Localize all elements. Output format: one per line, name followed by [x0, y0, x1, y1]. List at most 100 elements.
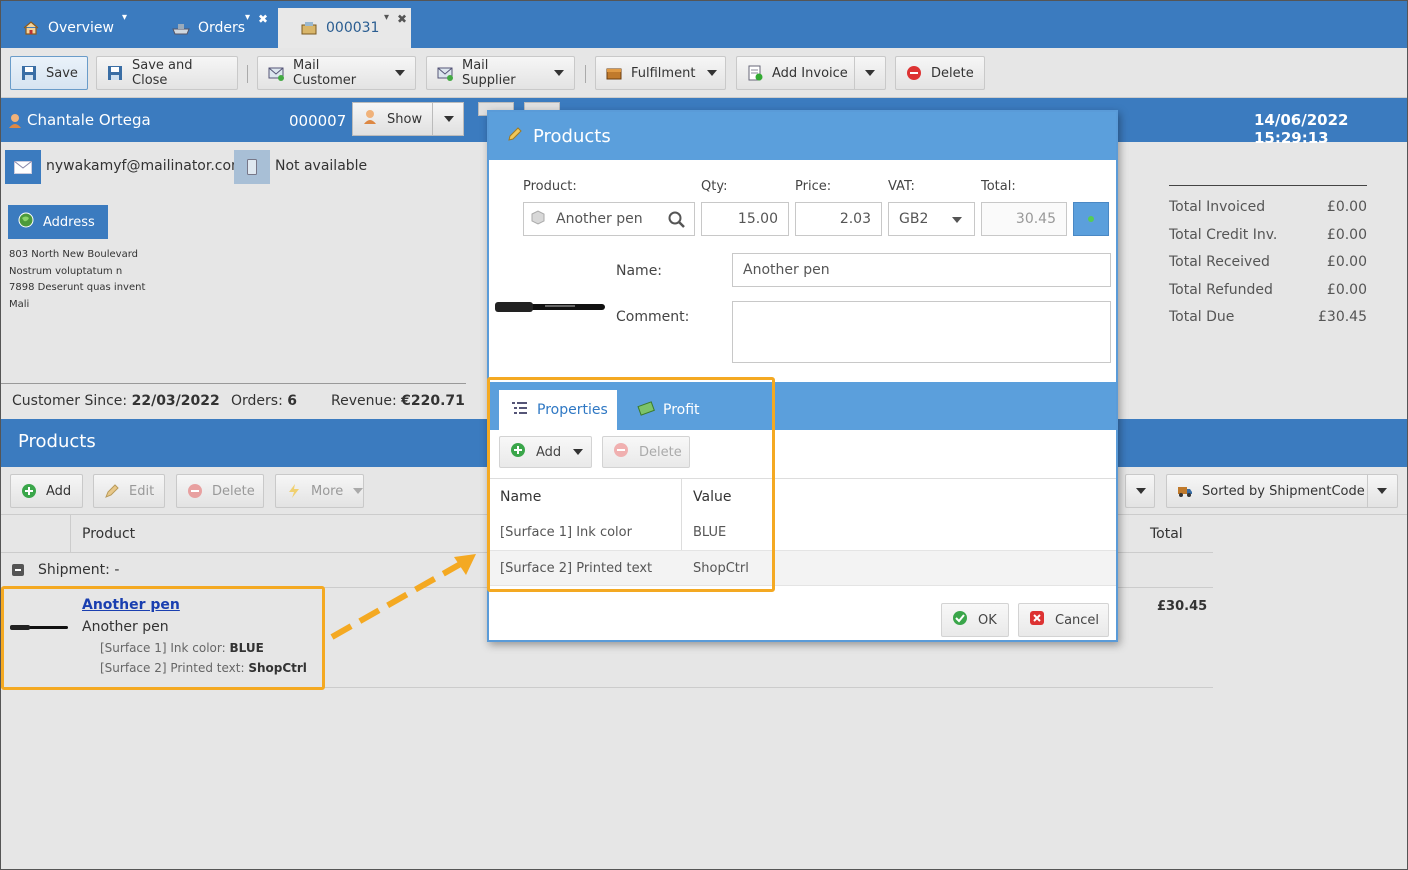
delete-icon: [906, 65, 922, 81]
tab-order-000031[interactable]: 000031 ▾ ✖: [278, 8, 411, 48]
sort-dropdown[interactable]: Sorted by ShipmentCode: [1166, 474, 1398, 508]
fulfilment-button[interactable]: Fulfilment: [595, 56, 726, 90]
person-icon: [363, 109, 377, 129]
property-row[interactable]: [Surface 2] Printed text ShopCtrl: [489, 550, 1116, 586]
toolbar-divider: [585, 65, 586, 83]
tab-bar: Overview ▾ Orders ▾ ✖ 000031 ▾ ✖: [0, 0, 1408, 48]
totals-divider: [1169, 185, 1367, 186]
delete-icon: [187, 483, 203, 499]
name-input[interactable]: Another pen: [732, 253, 1111, 287]
show-button[interactable]: Show: [352, 102, 464, 136]
list-icon: [511, 400, 529, 420]
add-product-button[interactable]: Add: [10, 474, 83, 508]
property-name: [Surface 2] Printed text: [500, 561, 653, 576]
confirm-line-button[interactable]: [1073, 202, 1109, 236]
cancel-button[interactable]: Cancel: [1018, 603, 1109, 637]
delete-button[interactable]: Delete: [895, 56, 985, 90]
address-block: 803 North New Boulevard Nostrum voluptat…: [9, 247, 145, 313]
product-name: Another pen: [82, 619, 169, 635]
price-input[interactable]: 2.03: [795, 202, 882, 236]
mail-customer-button[interactable]: Mail Customer: [257, 56, 416, 90]
mail-icon: [268, 65, 284, 81]
edit-product-button[interactable]: Edit: [93, 474, 165, 508]
lightning-icon: [286, 483, 302, 499]
ok-button[interactable]: OK: [941, 603, 1009, 637]
tab-menu-icon[interactable]: ▾: [384, 12, 389, 23]
qty-input[interactable]: 15.00: [701, 202, 789, 236]
close-icon[interactable]: ✖: [258, 12, 268, 26]
delete-product-button[interactable]: Delete: [176, 474, 264, 508]
column-header-total[interactable]: Total: [1150, 526, 1183, 542]
tab-menu-icon[interactable]: ▾: [245, 12, 250, 23]
save-and-close-button[interactable]: Save and Close: [96, 56, 238, 90]
column-header-product[interactable]: Product: [82, 526, 135, 542]
tab-overview[interactable]: Overview ▾: [0, 8, 140, 48]
address-line: 803 North New Boulevard: [9, 249, 138, 260]
chevron-down-icon: [707, 70, 718, 76]
floppy-icon: [107, 65, 123, 81]
tab-orders[interactable]: Orders ▾ ✖: [150, 8, 275, 48]
tab-properties[interactable]: Properties: [499, 390, 617, 430]
customer-phone: Not available: [275, 158, 368, 174]
arrow-icon: [330, 554, 476, 640]
collapse-icon[interactable]: [12, 564, 24, 576]
close-icon[interactable]: ✖: [397, 12, 407, 26]
address-button[interactable]: Address: [8, 205, 108, 239]
product-image: [495, 299, 605, 321]
phone-icon: [234, 150, 270, 184]
products-dialog: Products Product: Qty: Price: VAT: Total…: [487, 110, 1118, 642]
delete-icon: [613, 442, 629, 462]
delete-property-button[interactable]: Delete: [602, 436, 690, 468]
pencil-icon: [104, 483, 120, 499]
vat-label: VAT:: [888, 179, 915, 194]
product-property: [Surface 2] Printed text: ShopCtrl: [100, 661, 307, 675]
dialog-header: Products: [489, 112, 1116, 160]
product-total: £30.45: [1157, 599, 1208, 614]
chevron-down-icon: [554, 70, 564, 76]
tab-profit[interactable]: Profit: [625, 390, 725, 430]
property-value: BLUE: [693, 525, 727, 540]
save-button[interactable]: Save: [10, 56, 88, 90]
column-header-name[interactable]: Name: [500, 489, 541, 505]
customer-name[interactable]: Chantale Ortega: [27, 111, 151, 129]
chevron-down-icon[interactable]: [444, 116, 454, 122]
more-button[interactable]: More: [275, 474, 364, 508]
chevron-down-icon[interactable]: [865, 70, 875, 76]
chevron-down-icon: [952, 217, 962, 223]
orders-value: 6: [287, 393, 297, 409]
check-icon: [1088, 216, 1094, 222]
add-property-button[interactable]: Add: [499, 436, 592, 468]
comment-label: Comment:: [616, 309, 690, 325]
invoice-icon: [747, 65, 763, 81]
box-icon: [530, 209, 546, 229]
total-label: Total:: [981, 179, 1016, 194]
mail-supplier-button[interactable]: Mail Supplier: [426, 56, 575, 90]
since-value: 22/03/2022: [131, 393, 220, 409]
customer-stats: Customer Since: 22/03/2022 Orders: 6 Rev…: [0, 383, 466, 419]
tab-menu-icon[interactable]: ▾: [122, 12, 127, 23]
total-input: 30.45: [981, 202, 1067, 236]
tab-label: 000031: [326, 20, 380, 36]
qty-label: Qty:: [701, 179, 728, 194]
email-icon[interactable]: [5, 150, 41, 184]
product-property: [Surface 1] Ink color: BLUE: [100, 641, 264, 655]
vat-select[interactable]: GB2: [888, 202, 975, 236]
since-label: Customer Since:: [12, 393, 128, 409]
tab-label: Orders: [198, 20, 246, 36]
filter-dropdown[interactable]: [1125, 474, 1155, 508]
price-label: Price:: [795, 179, 832, 194]
customer-email[interactable]: nywakamyf@mailinator.com: [46, 158, 245, 174]
comment-textarea[interactable]: [732, 301, 1111, 363]
add-invoice-button[interactable]: Add Invoice: [736, 56, 886, 90]
column-header-value[interactable]: Value: [693, 489, 731, 505]
product-thumbnail: [10, 621, 68, 636]
total-row: Total Due £30.45: [1169, 309, 1367, 326]
product-search-field[interactable]: Another pen: [523, 202, 695, 236]
product-link[interactable]: Another pen: [82, 597, 180, 613]
customer-panel: nywakamyf@mailinator.com Not available A…: [0, 142, 466, 383]
shipment-group: Shipment: -: [38, 562, 120, 578]
mail-icon: [437, 65, 453, 81]
property-row[interactable]: [Surface 1] Ink color BLUE: [489, 514, 1116, 550]
search-icon[interactable]: [668, 211, 686, 233]
property-name: [Surface 1] Ink color: [500, 525, 632, 540]
